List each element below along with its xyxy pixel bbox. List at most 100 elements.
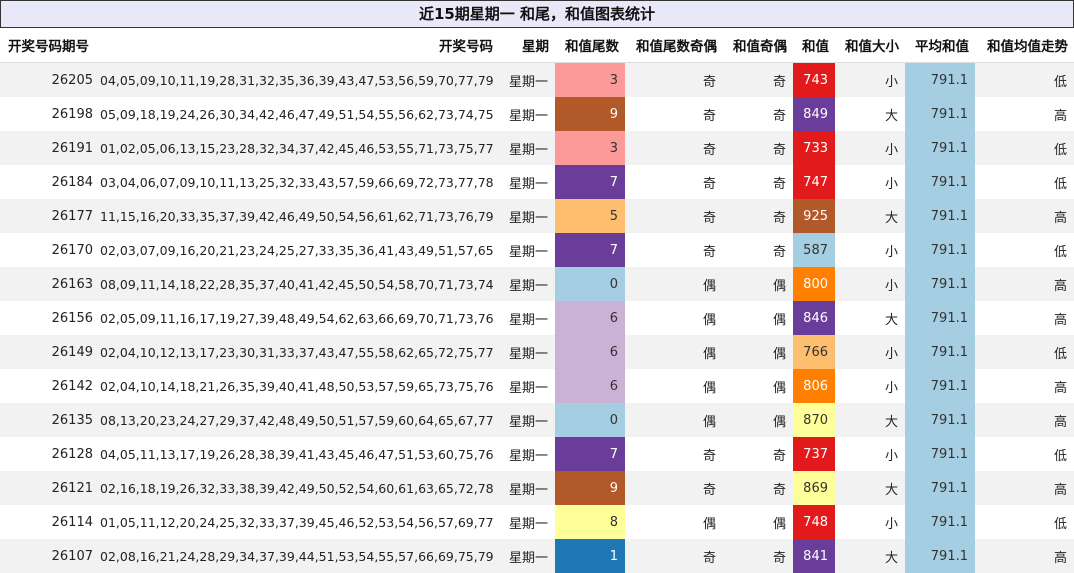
sum-cell: 766 — [793, 335, 835, 369]
sum-odd-even-cell: 偶 — [723, 267, 793, 301]
table-row: 26121 02,16,18,19,26,32,33,38,39,42,49,50… — [0, 471, 1074, 505]
header-average: 平均和值 — [905, 28, 975, 63]
issue-cell: 26107 — [0, 539, 100, 573]
trend-cell: 高 — [975, 199, 1074, 233]
weekday-cell: 星期一 — [499, 62, 555, 97]
tail-cell: 8 — [555, 505, 625, 539]
sum-cell: 806 — [793, 369, 835, 403]
sum-cell: 747 — [793, 165, 835, 199]
sum-size-cell: 小 — [835, 369, 905, 403]
numbers-cell: 04,05,11,13,17,19,26,28,38,39,41,43,45,4… — [100, 437, 499, 471]
table-row: 26177 11,15,16,20,33,35,37,39,42,46,49,50… — [0, 199, 1074, 233]
tail-odd-even-cell: 奇 — [625, 539, 723, 573]
tail-odd-even-cell: 奇 — [625, 471, 723, 505]
tail-cell: 5 — [555, 199, 625, 233]
tail-odd-even-cell: 奇 — [625, 233, 723, 267]
numbers-cell: 02,04,10,12,13,17,23,30,31,33,37,43,47,5… — [100, 335, 499, 369]
numbers-cell: 02,16,18,19,26,32,33,38,39,42,49,50,52,5… — [100, 471, 499, 505]
sum-cell: 737 — [793, 437, 835, 471]
tail-cell: 1 — [555, 539, 625, 573]
tail-odd-even-cell: 奇 — [625, 437, 723, 471]
tail-cell: 3 — [555, 62, 625, 97]
sum-cell: 748 — [793, 505, 835, 539]
trend-cell: 低 — [975, 131, 1074, 165]
numbers-cell: 02,05,09,11,16,17,19,27,39,48,49,54,62,6… — [100, 301, 499, 335]
table-row: 26198 05,09,18,19,24,26,30,34,42,46,47,49… — [0, 97, 1074, 131]
issue-cell: 26135 — [0, 403, 100, 437]
average-cell: 791.1 — [905, 62, 975, 97]
sum-cell: 743 — [793, 62, 835, 97]
trend-cell: 高 — [975, 267, 1074, 301]
issue-cell: 26149 — [0, 335, 100, 369]
trend-cell: 低 — [975, 233, 1074, 267]
issue-cell: 26163 — [0, 267, 100, 301]
sum-cell: 870 — [793, 403, 835, 437]
sum-odd-even-cell: 奇 — [723, 233, 793, 267]
table-title: 近15期星期一 和尾，和值图表统计 — [0, 0, 1074, 28]
sum-cell: 587 — [793, 233, 835, 267]
numbers-cell: 01,05,11,12,20,24,25,32,33,37,39,45,46,5… — [100, 505, 499, 539]
issue-cell: 26128 — [0, 437, 100, 471]
sum-size-cell: 小 — [835, 62, 905, 97]
trend-cell: 低 — [975, 62, 1074, 97]
sum-cell: 925 — [793, 199, 835, 233]
average-cell: 791.1 — [905, 199, 975, 233]
issue-cell: 26205 — [0, 62, 100, 97]
numbers-cell: 04,05,09,10,11,19,28,31,32,35,36,39,43,4… — [100, 62, 499, 97]
trend-cell: 高 — [975, 471, 1074, 505]
sum-odd-even-cell: 奇 — [723, 97, 793, 131]
sum-odd-even-cell: 偶 — [723, 505, 793, 539]
average-cell: 791.1 — [905, 165, 975, 199]
tail-odd-even-cell: 偶 — [625, 505, 723, 539]
table-body: 26205 04,05,09,10,11,19,28,31,32,35,36,39… — [0, 62, 1074, 573]
sum-size-cell: 小 — [835, 233, 905, 267]
numbers-cell: 03,04,06,07,09,10,11,13,25,32,33,43,57,5… — [100, 165, 499, 199]
table-row: 26163 08,09,11,14,18,22,28,35,37,40,41,42… — [0, 267, 1074, 301]
numbers-cell: 01,02,05,06,13,15,23,28,32,34,37,42,45,4… — [100, 131, 499, 165]
issue-cell: 26142 — [0, 369, 100, 403]
weekday-cell: 星期一 — [499, 267, 555, 301]
issue-cell: 26198 — [0, 97, 100, 131]
sum-cell: 800 — [793, 267, 835, 301]
numbers-cell: 05,09,18,19,24,26,30,34,42,46,47,49,51,5… — [100, 97, 499, 131]
sum-odd-even-cell: 奇 — [723, 199, 793, 233]
sum-size-cell: 小 — [835, 505, 905, 539]
issue-cell: 26156 — [0, 301, 100, 335]
table-row: 26191 01,02,05,06,13,15,23,28,32,34,37,42… — [0, 131, 1074, 165]
sum-odd-even-cell: 偶 — [723, 369, 793, 403]
weekday-cell: 星期一 — [499, 403, 555, 437]
header-weekday: 星期 — [499, 28, 555, 63]
sum-size-cell: 大 — [835, 403, 905, 437]
trend-cell: 高 — [975, 539, 1074, 573]
sum-cell: 869 — [793, 471, 835, 505]
issue-cell: 26177 — [0, 199, 100, 233]
average-cell: 791.1 — [905, 471, 975, 505]
table-row: 26114 01,05,11,12,20,24,25,32,33,37,39,45… — [0, 505, 1074, 539]
table-row: 26184 03,04,06,07,09,10,11,13,25,32,33,43… — [0, 165, 1074, 199]
weekday-cell: 星期一 — [499, 165, 555, 199]
average-cell: 791.1 — [905, 437, 975, 471]
sum-odd-even-cell: 奇 — [723, 471, 793, 505]
average-cell: 791.1 — [905, 539, 975, 573]
average-cell: 791.1 — [905, 369, 975, 403]
sum-cell: 849 — [793, 97, 835, 131]
weekday-cell: 星期一 — [499, 301, 555, 335]
numbers-cell: 08,13,20,23,24,27,29,37,42,48,49,50,51,5… — [100, 403, 499, 437]
table-row: 26128 04,05,11,13,17,19,26,28,38,39,41,43… — [0, 437, 1074, 471]
weekday-cell: 星期一 — [499, 539, 555, 573]
sum-odd-even-cell: 奇 — [723, 165, 793, 199]
header-sum-size: 和值大小 — [835, 28, 905, 63]
table-row: 26135 08,13,20,23,24,27,29,37,42,48,49,50… — [0, 403, 1074, 437]
sum-cell: 733 — [793, 131, 835, 165]
numbers-cell: 08,09,11,14,18,22,28,35,37,40,41,42,45,5… — [100, 267, 499, 301]
sum-odd-even-cell: 奇 — [723, 539, 793, 573]
tail-odd-even-cell: 偶 — [625, 369, 723, 403]
trend-cell: 低 — [975, 335, 1074, 369]
sum-odd-even-cell: 奇 — [723, 437, 793, 471]
average-cell: 791.1 — [905, 97, 975, 131]
sum-size-cell: 小 — [835, 165, 905, 199]
trend-cell: 低 — [975, 437, 1074, 471]
sum-cell: 846 — [793, 301, 835, 335]
issue-cell: 26184 — [0, 165, 100, 199]
issue-cell: 26170 — [0, 233, 100, 267]
